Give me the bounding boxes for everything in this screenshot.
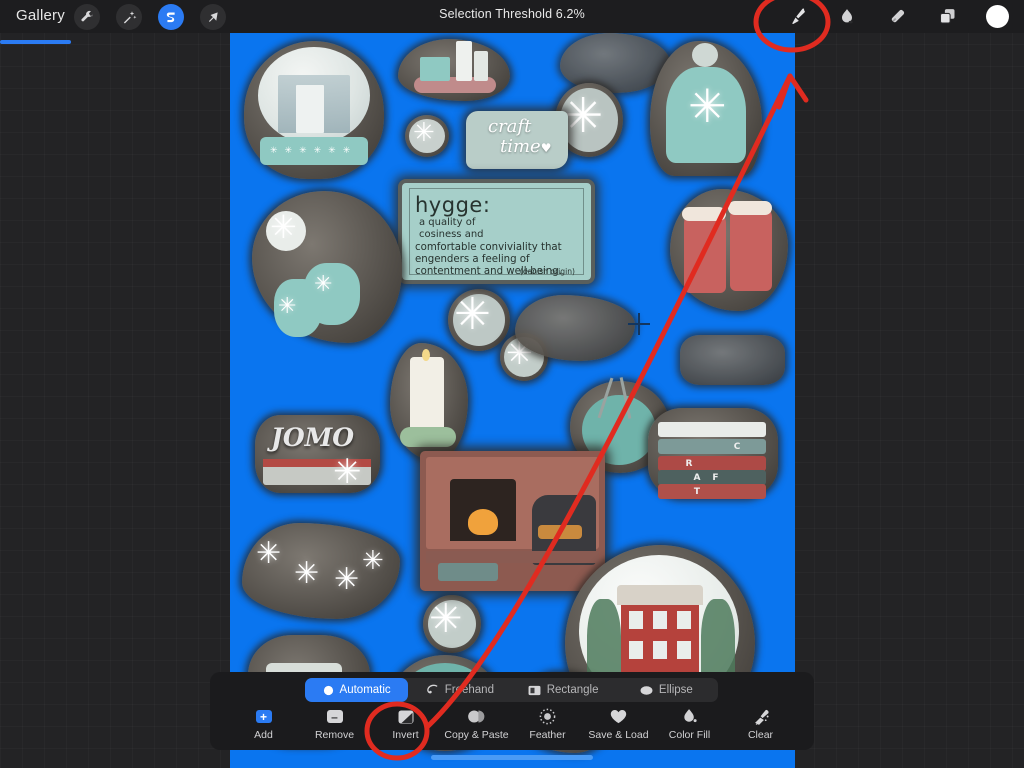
minus-square-icon: – [326, 708, 343, 725]
book-spine: A F [658, 470, 766, 485]
crosshair-cursor [628, 313, 650, 335]
sticker-book-stack: C R A F T [648, 408, 778, 499]
selection-mode-ellipse[interactable]: Ellipse [615, 678, 718, 702]
action-remove[interactable]: – Remove [303, 708, 367, 741]
transform-arrow-button[interactable] [200, 4, 226, 30]
selection-mode-freehand[interactable]: Freehand [408, 678, 511, 702]
color-swatch-button[interactable] [984, 4, 1010, 30]
sticker-ornament-1: ✳ [405, 115, 449, 157]
book-spine [658, 422, 766, 437]
brush-tool-button[interactable] [784, 4, 810, 30]
layers-icon [939, 9, 954, 24]
procreate-window: ✳✳✳✳✳✳ craft time ✳ [0, 0, 1024, 768]
sticker-snowglobe-city: ✳✳✳✳✳✳ [244, 41, 384, 179]
action-invert-label: Invert [392, 729, 419, 741]
sticker-red-boots [670, 189, 788, 311]
actions-wrench-button[interactable] [74, 4, 100, 30]
plus-square-icon: + [255, 708, 272, 725]
action-clear[interactable]: Clear [729, 708, 793, 741]
brush-size-slider[interactable] [0, 40, 71, 44]
selection-actions-row: + Add – Remove Invert Copy & Paste Feath… [210, 708, 814, 750]
hygge-word: hygge: [415, 193, 491, 217]
hygge-def-line1: a quality of [419, 217, 476, 228]
paint-drop-icon [682, 708, 698, 725]
layers-button[interactable] [934, 4, 960, 30]
eraser-tool-button[interactable] [884, 4, 910, 30]
selection-mode-ellipse-label: Ellipse [658, 684, 693, 696]
action-add[interactable]: + Add [232, 708, 296, 741]
sticker-craft-time-plaque: craft time♥ [466, 111, 568, 169]
action-copy-paste[interactable]: Copy & Paste [444, 708, 509, 741]
sticker-mittens: ✳ ✳ ✳ [252, 191, 402, 343]
ellipse-icon [640, 685, 653, 696]
craft-time-line2: time [500, 136, 541, 157]
heart-icon: ♥ [540, 141, 552, 155]
rectangle-icon [528, 685, 541, 696]
action-add-label: Add [254, 729, 273, 741]
top-toolbar: Gallery [0, 0, 1024, 33]
sticker-jomo-book: JOMO ✳ [255, 415, 380, 493]
heart-icon [610, 708, 627, 725]
sticker-craft-night: craft night [515, 295, 635, 361]
action-invert[interactable]: Invert [374, 708, 438, 741]
selection-mode-freehand-label: Freehand [444, 684, 494, 696]
jomo-book-label: JOMO [271, 423, 355, 452]
home-indicator [431, 755, 593, 760]
book-spine: R [658, 456, 766, 471]
action-save-load[interactable]: Save & Load [587, 708, 651, 741]
selection-mode-automatic[interactable]: Automatic [305, 678, 409, 702]
hygge-def-rest: comfortable conviviality that engenders … [415, 241, 562, 277]
action-save-load-label: Save & Load [588, 729, 649, 741]
sticker-ornament-5: ✳ [423, 595, 481, 653]
wrench-icon [80, 10, 92, 21]
smudge-tool-button[interactable] [834, 4, 860, 30]
action-color-fill[interactable]: Color Fill [658, 708, 722, 741]
copy-paste-icon [467, 708, 486, 725]
sticker-hygge-definition: hygge: a quality of cosiness and comfort… [398, 179, 595, 284]
sticker-garland: ✳ ✳ ✳ ✳ [242, 523, 400, 619]
sticker-tall-candle [390, 343, 468, 461]
action-copy-paste-label: Copy & Paste [444, 729, 509, 741]
invert-square-icon [398, 708, 414, 725]
selection-toolbar: Automatic Freehand Rectangle Ellipse + A… [210, 672, 814, 750]
sticker-jomo-time: JOMO TIME (stay home + craft) [680, 335, 785, 385]
artwork-canvas[interactable]: ✳✳✳✳✳✳ craft time ✳ [230, 33, 795, 768]
smudge-icon [842, 8, 853, 23]
selection-icon [166, 12, 175, 22]
lasso-icon [426, 684, 439, 696]
book-spine: C [658, 439, 766, 454]
adjustments-wand-button[interactable] [116, 4, 142, 30]
brush-icon [791, 8, 805, 25]
eraser-icon [891, 9, 904, 23]
sticker-winter-hat: ✳ [650, 41, 762, 176]
action-feather-label: Feather [529, 729, 566, 741]
action-remove-label: Remove [314, 729, 355, 741]
color-swatch[interactable] [985, 5, 1009, 28]
action-color-fill-label: Color Fill [668, 729, 711, 741]
circle-filled-icon [323, 685, 334, 696]
sticker-candles [398, 39, 510, 101]
right-tool-group [784, 0, 1018, 33]
gallery-button[interactable]: Gallery [10, 5, 71, 26]
action-clear-label: Clear [747, 729, 774, 741]
brush-clear-icon [752, 708, 770, 725]
hygge-def-line2: cosiness and [419, 228, 484, 240]
selection-mode-automatic-label: Automatic [339, 684, 391, 696]
book-spine: T [658, 484, 766, 499]
craft-time-line1: craft [488, 116, 532, 137]
selection-mode-rectangle-label: Rectangle [546, 684, 599, 696]
wand-icon [123, 10, 136, 23]
arrow-icon [208, 12, 218, 22]
feather-dotted-icon [539, 708, 556, 725]
action-feather[interactable]: Feather [516, 708, 580, 741]
selection-tool-button[interactable] [158, 4, 184, 30]
selection-mode-rectangle[interactable]: Rectangle [512, 678, 615, 702]
selection-mode-segmented-control: Automatic Freehand Rectangle Ellipse [305, 678, 718, 702]
